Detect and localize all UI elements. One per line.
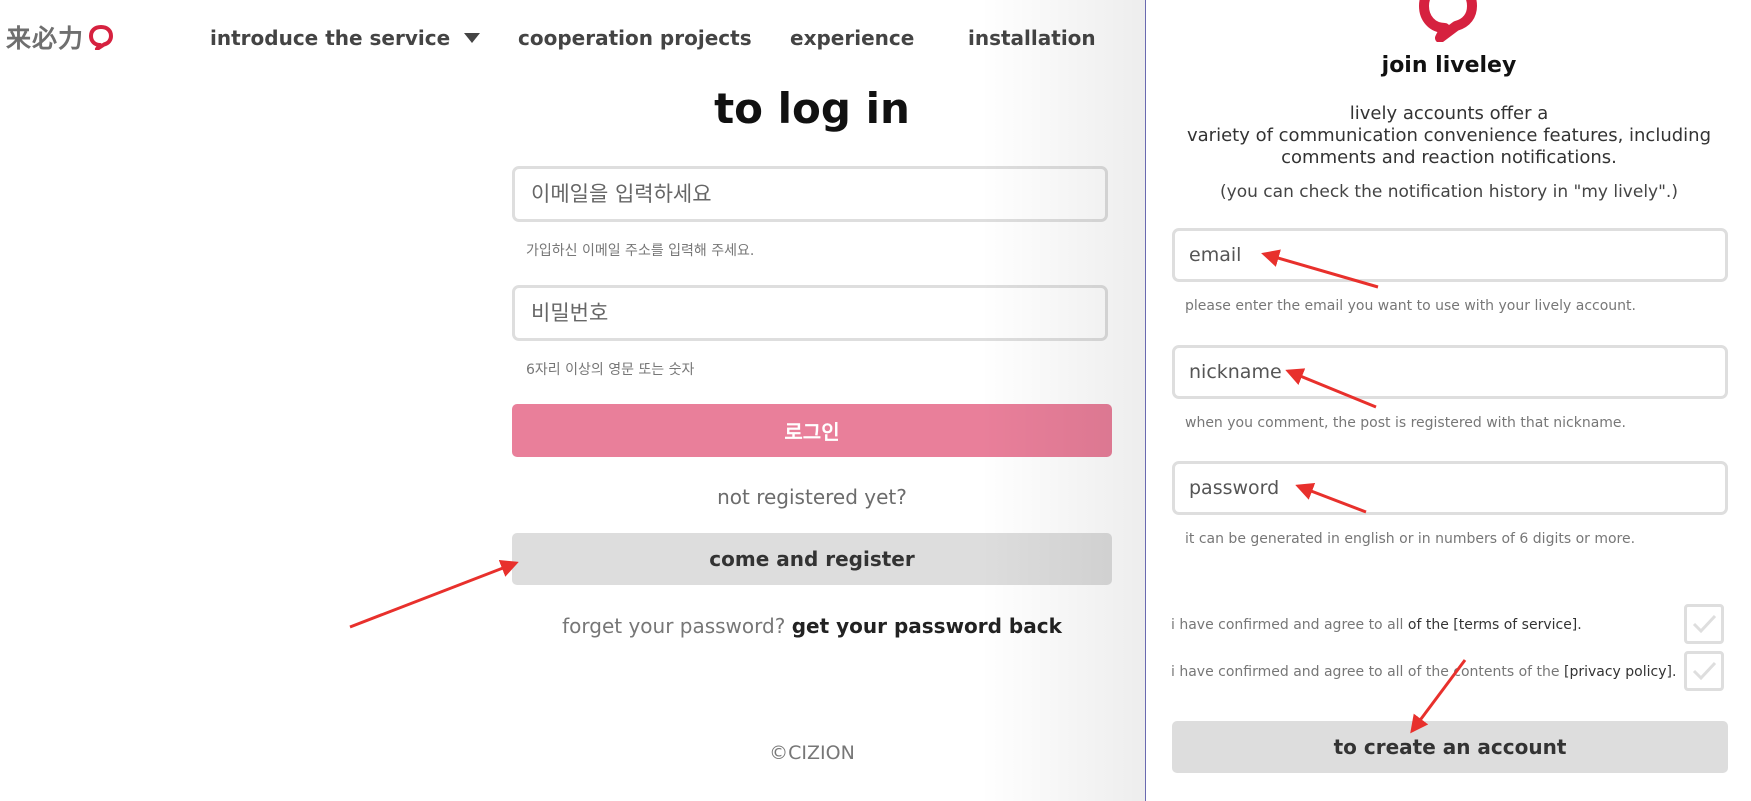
speech-bubble-logo-icon [89, 25, 114, 50]
logo-text: 来必力 [6, 24, 85, 53]
privacy-checkbox[interactable] [1684, 651, 1724, 691]
nav-item-label: experience [790, 26, 915, 50]
check-icon [1692, 614, 1717, 634]
create-account-button[interactable]: to create an account [1172, 721, 1728, 773]
nav-item-label: cooperation projects [518, 26, 752, 50]
description-line: comments and reaction notifications. [1281, 147, 1617, 168]
nav-introduce-service[interactable]: introduce the service [210, 26, 481, 50]
description-line: lively accounts offer a [1349, 103, 1549, 124]
signup-title: join liveley [1381, 53, 1517, 78]
panel-shadow [980, 0, 1145, 801]
terms-checkbox[interactable] [1684, 604, 1724, 644]
privacy-agreement-text: i have confirmed and agree to all of the… [1171, 664, 1676, 680]
login-password-hint: 6자리 이상의 영문 또는 숫자 [526, 362, 695, 378]
arrow-to-register-icon [349, 559, 519, 629]
terms-prefix: i have confirmed and agree to all [1171, 617, 1404, 633]
terms-of-service-link[interactable]: of the [terms of service]. [1408, 617, 1582, 633]
forgot-password-text: forget your password? [562, 614, 786, 638]
signup-email-input[interactable] [1172, 228, 1728, 282]
signup-note: (you can check the notification history … [1220, 182, 1678, 202]
login-email-hint: 가입하신 이메일 주소를 입력해 주세요. [526, 243, 755, 259]
check-icon [1692, 661, 1717, 681]
privacy-prefix: i have confirmed and agree to all of the… [1171, 664, 1560, 680]
signup-description: lively accounts offer a variety of commu… [1146, 103, 1751, 169]
signup-password-hint: it can be generated in english or in num… [1185, 531, 1636, 547]
signup-email-hint: please enter the email you want to use w… [1185, 298, 1636, 314]
signup-password-input[interactable] [1172, 461, 1728, 515]
nav-cooperation-projects[interactable]: cooperation projects [518, 26, 752, 50]
signup-nickname-hint: when you comment, the post is registered… [1185, 415, 1626, 431]
caret-down-icon [464, 32, 481, 43]
nav-item-label: introduce the service [210, 26, 451, 50]
brand-logo[interactable]: 来必力 [6, 20, 114, 54]
signup-nickname-input[interactable] [1172, 345, 1728, 399]
privacy-policy-link[interactable]: [privacy policy]. [1564, 664, 1676, 680]
speech-bubble-logo-icon [1419, 0, 1477, 42]
nav-experience[interactable]: experience [790, 26, 914, 50]
signup-panel: join liveley lively accounts offer a var… [1145, 0, 1751, 801]
description-line: variety of communication convenience fea… [1187, 125, 1711, 146]
terms-agreement-text: i have confirmed and agree to all of the… [1171, 617, 1582, 633]
